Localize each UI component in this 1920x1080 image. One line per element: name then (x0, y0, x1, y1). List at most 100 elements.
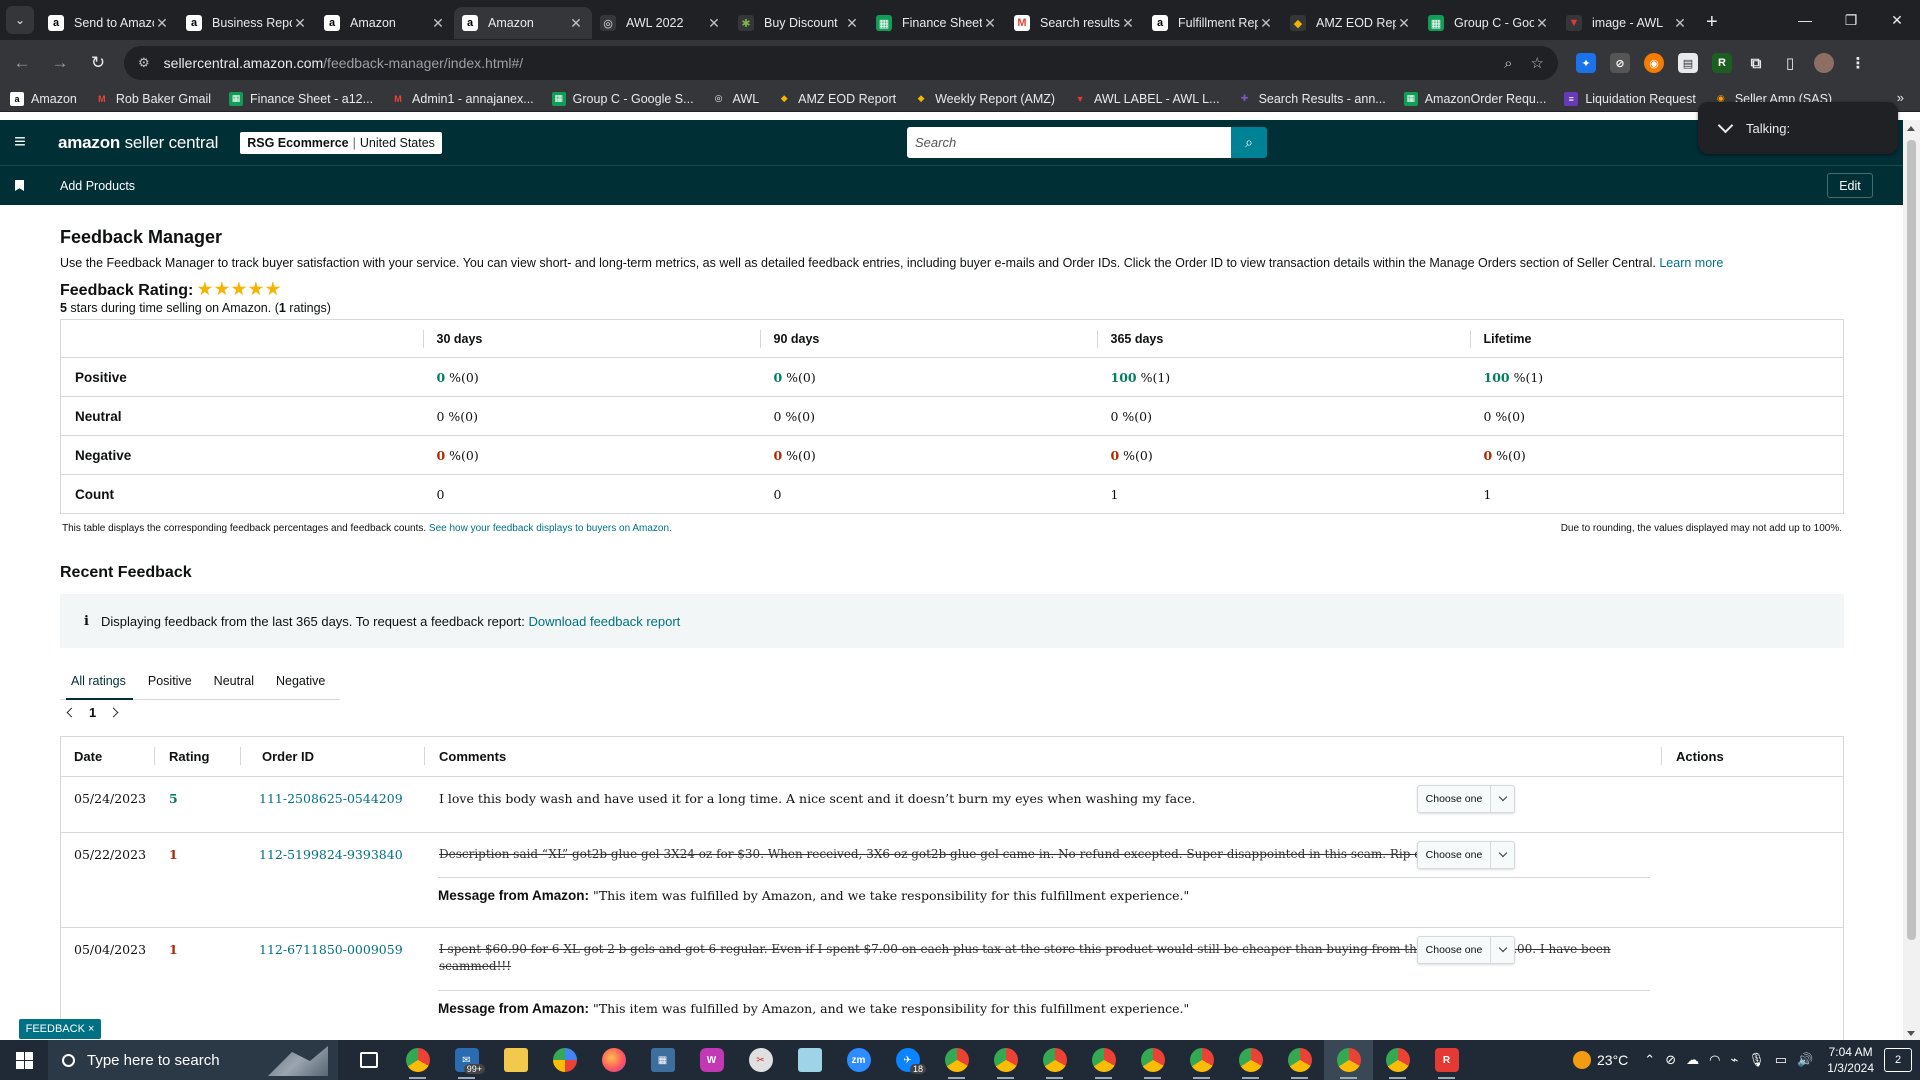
zoom-icon[interactable]: zm (834, 1040, 883, 1080)
zoom-icon[interactable]: ⌕ (1504, 55, 1512, 72)
volume-icon[interactable]: 🔊 (1797, 1052, 1813, 1068)
taskbar-search[interactable]: Type here to search (48, 1040, 338, 1080)
bookmark-item[interactable]: ◎ AWL (711, 91, 759, 106)
browser-tab[interactable]: a Amazon ✕ (316, 7, 454, 39)
prev-page-icon[interactable] (66, 707, 77, 718)
weather-widget[interactable]: 23°C (1573, 1051, 1628, 1069)
bookmark-item[interactable]: ◆ AMZ EOD Report (777, 91, 896, 106)
wifi-icon[interactable]: ◠ (1709, 1052, 1720, 1068)
browser-tab[interactable]: a Amazon ✕ (454, 7, 592, 39)
filter-tab[interactable]: Positive (137, 663, 203, 699)
notification-center-icon[interactable]: 2 (1884, 1048, 1912, 1072)
chrome-profile-6-icon[interactable] (1177, 1040, 1226, 1080)
chrome-profile-1-icon[interactable] (932, 1040, 981, 1080)
bookmark-item[interactable]: ◆ Weekly Report (AMZ) (914, 91, 1055, 106)
chevron-down-icon[interactable] (1717, 117, 1734, 133)
browser-tab[interactable]: ✱ Buy Discount ✕ (730, 7, 868, 39)
chrome-profile-8-icon[interactable] (1275, 1040, 1324, 1080)
browser-tab[interactable]: ◆ AMZ EOD Report✕ (1282, 7, 1420, 39)
chrome-profile-4-icon[interactable] (1079, 1040, 1128, 1080)
tab-close-icon[interactable]: ✕ (1258, 15, 1274, 32)
address-bar[interactable]: ⚙ sellercentral.amazon.com/feedback-mana… (124, 46, 1558, 80)
scroll-up-icon[interactable] (1907, 126, 1915, 131)
extension-orange-icon[interactable]: ◉ (1644, 53, 1664, 73)
extension-chart-icon[interactable]: ▤ (1678, 53, 1698, 73)
extensions-puzzle-icon[interactable]: ⧉ (1746, 53, 1766, 73)
tab-close-icon[interactable]: ✕ (982, 15, 998, 32)
tab-close-icon[interactable]: ✕ (568, 15, 584, 32)
file-explorer-icon[interactable] (491, 1040, 540, 1080)
snip-tool-icon[interactable]: ✂ (736, 1040, 785, 1080)
tab-close-icon[interactable]: ✕ (1396, 15, 1412, 32)
buyer-display-link[interactable]: See how your feedback displays to buyers… (429, 523, 672, 534)
profile-avatar[interactable] (1814, 53, 1834, 73)
side-panel-icon[interactable]: ▯ (1780, 53, 1800, 73)
seller-search-input[interactable]: Search (907, 127, 1231, 158)
microphone-icon[interactable]: 🎙 (1748, 1052, 1765, 1068)
bookmarks-overflow-icon[interactable]: » (1897, 90, 1904, 105)
cloud-icon[interactable]: ☁ (1686, 1052, 1699, 1068)
new-tab-button[interactable]: + (1706, 11, 1718, 34)
battery-icon[interactable]: ▭ (1775, 1052, 1787, 1068)
order-id-link[interactable]: 112-5199824-9393840 (259, 847, 403, 862)
tab-close-icon[interactable]: ✕ (292, 15, 308, 32)
calculator-icon[interactable]: ▦ (638, 1040, 687, 1080)
tab-close-icon[interactable]: ✕ (706, 15, 722, 32)
search-icon[interactable]: ⌕ (1231, 127, 1267, 158)
browser-menu-icon[interactable]: ⋮ (1848, 53, 1868, 73)
bookmark-item[interactable]: ▦ Finance Sheet - a12... (229, 91, 373, 106)
pinwheel-icon[interactable] (540, 1040, 589, 1080)
current-page[interactable]: 1 (89, 705, 96, 720)
choose-action-dropdown[interactable]: Choose one (1417, 841, 1515, 869)
browser-tab[interactable]: M Search results ✕ (1006, 7, 1144, 39)
browser-tab[interactable]: ▦ Group C - Google Sheets✕ (1420, 7, 1558, 39)
extension-off-icon[interactable]: ⊘ (1610, 53, 1630, 73)
filter-tab[interactable]: All ratings (60, 663, 137, 700)
bookmark-item[interactable]: ▼ AWL LABEL - AWL L... (1073, 91, 1220, 106)
chrome-profile-5-icon[interactable] (1128, 1040, 1177, 1080)
tab-close-icon[interactable]: ✕ (1120, 15, 1136, 32)
bookmark-item[interactable]: M Rob Baker Gmail (94, 91, 211, 106)
chevron-down-icon[interactable] (1490, 786, 1514, 812)
tab-close-icon[interactable]: ✕ (844, 15, 860, 32)
chrome-profile-active-icon[interactable] (1324, 1040, 1373, 1080)
bookmark-item[interactable]: ✚ Search Results - ann... (1237, 91, 1386, 106)
restore-icon[interactable]: ❐ (1828, 0, 1874, 40)
reload-icon[interactable]: ↻ (82, 47, 114, 79)
notepad-icon[interactable] (785, 1040, 834, 1080)
chevron-down-icon[interactable] (1490, 937, 1514, 963)
talking-popup[interactable]: Talking: (1698, 102, 1898, 154)
bookmark-item[interactable]: a Amazon (10, 91, 77, 106)
bookmark-star-icon[interactable]: ☆ (1531, 54, 1544, 72)
filter-tab[interactable]: Neutral (203, 663, 265, 699)
feedback-widget-button[interactable]: FEEDBACK × (19, 1019, 101, 1039)
choose-action-dropdown[interactable]: Choose one (1417, 936, 1515, 964)
learn-more-link[interactable]: Learn more (1659, 256, 1723, 270)
seller-central-logo[interactable]: amazon seller central (58, 133, 218, 153)
page-scrollbar[interactable] (1903, 120, 1920, 1040)
tab-close-icon[interactable]: ✕ (1672, 15, 1688, 32)
download-report-link[interactable]: Download feedback report (529, 614, 681, 629)
choose-action-dropdown[interactable]: Choose one (1417, 785, 1515, 813)
chrome-icon[interactable] (393, 1040, 442, 1080)
chevron-down-icon[interactable] (1490, 842, 1514, 868)
site-info-icon[interactable]: ⚙ (138, 55, 150, 71)
store-selector[interactable]: RSG Ecommerce | United States (240, 131, 442, 154)
browser-tab[interactable]: a Business Reports✕ (178, 7, 316, 39)
browser-tab[interactable]: ◎ AWL 2022 ✕ (592, 7, 730, 39)
add-products-link[interactable]: Add Products (60, 179, 135, 193)
minimize-icon[interactable]: — (1782, 0, 1828, 40)
scrollbar-thumb[interactable] (1907, 140, 1916, 940)
browser-tab[interactable]: ▦ Finance Sheet ✕ (868, 7, 1006, 39)
chrome-profile-2-icon[interactable] (981, 1040, 1030, 1080)
tab-close-icon[interactable]: ✕ (154, 15, 170, 32)
messenger-icon[interactable]: ✈ 18 (883, 1040, 932, 1080)
tab-close-icon[interactable]: ✕ (430, 15, 446, 32)
order-id-link[interactable]: 111-2508625-0544209 (259, 791, 403, 806)
firefox-icon[interactable] (589, 1040, 638, 1080)
w-app-icon[interactable]: W (687, 1040, 736, 1080)
chrome-profile-7-icon[interactable] (1226, 1040, 1275, 1080)
mail-icon[interactable]: ✉ 99+ (442, 1040, 491, 1080)
browser-tab[interactable]: ▼ image - AWL ✕ (1558, 7, 1696, 39)
hamburger-menu-icon[interactable]: ≡ (0, 131, 40, 154)
